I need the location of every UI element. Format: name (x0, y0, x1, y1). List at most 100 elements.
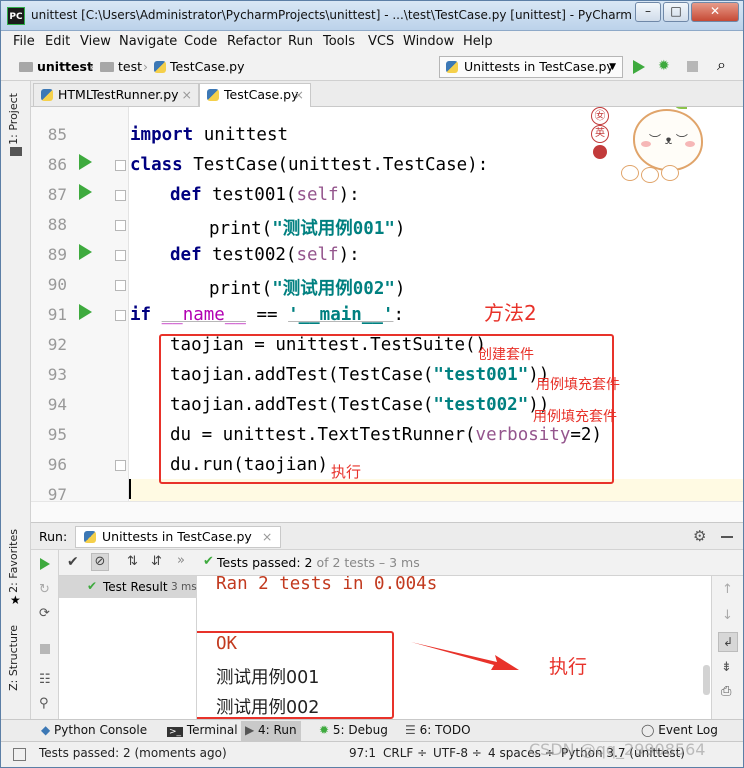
annotation-create-suite: 创建套件 (478, 347, 534, 363)
run-configuration-select[interactable]: Unittests in TestCase.py ▼ (439, 56, 623, 78)
tab-debug[interactable]: ✹ 5: Debug (319, 723, 388, 737)
layout-icon[interactable]: ☷ (39, 672, 51, 687)
menu-view[interactable]: View (80, 34, 111, 49)
pycharm-window: PC unittest [C:\Users\Administrator\Pych… (0, 0, 744, 768)
breadcrumb-project[interactable]: unittest (19, 59, 93, 74)
menu-run[interactable]: Run (288, 34, 313, 49)
gear-icon[interactable]: ⚙ (693, 527, 706, 545)
run-panel-tab[interactable]: Unittests in TestCase.py × (75, 526, 282, 548)
sort-duration-icon[interactable]: ⇵ (151, 554, 162, 569)
close-tab-icon[interactable]: × (294, 84, 304, 106)
fold-marker-icon[interactable] (115, 190, 126, 201)
sort-icon[interactable]: ⇅ (127, 554, 138, 569)
hide-panel-icon[interactable] (721, 536, 733, 538)
stop-button[interactable] (687, 61, 698, 72)
menu-navigate[interactable]: Navigate (119, 34, 177, 49)
more-icon[interactable]: » (177, 553, 185, 568)
tab-testcase[interactable]: TestCase.py × (199, 83, 311, 107)
line-number: 90 (47, 275, 67, 294)
run-test-icon[interactable] (79, 244, 92, 260)
check-icon[interactable]: ✔ (67, 554, 79, 570)
python-file-icon (446, 61, 458, 73)
pin-icon[interactable]: ⚲ (39, 696, 49, 711)
folder-icon (19, 62, 33, 72)
sticker-badge: 英 (591, 125, 609, 143)
run-button[interactable] (633, 60, 645, 74)
close-tab-icon[interactable]: × (182, 84, 192, 106)
line-number: 88 (47, 215, 67, 234)
arrow-down-icon[interactable]: ↓ (722, 608, 733, 623)
fold-marker-icon[interactable] (115, 280, 126, 291)
menu-help[interactable]: Help (463, 34, 493, 49)
console-side-toolbar: ↑ ↓ ↲ ⇟ ⎙ (711, 576, 743, 719)
menu-bar: File Edit View Navigate Code Refactor Ru… (1, 31, 743, 53)
menu-code[interactable]: Code (184, 34, 217, 49)
tab-todo[interactable]: ☰ 6: TODO (405, 723, 471, 737)
fold-marker-icon[interactable] (115, 460, 126, 471)
rerun-failed-icon[interactable]: ↻ (39, 582, 50, 597)
sticker-dot (593, 145, 607, 159)
maximize-button[interactable]: □ (663, 2, 689, 22)
arrow-up-icon[interactable]: ↑ (722, 582, 733, 597)
print-icon[interactable]: ⎙ (721, 684, 731, 699)
tab-run[interactable]: ▶ 4: Run (241, 721, 301, 741)
breadcrumb-folder-label: test (118, 59, 143, 74)
blush (641, 141, 651, 147)
favorites-tool-tab[interactable]: 2: Favorites (7, 529, 20, 593)
menu-file[interactable]: File (13, 34, 35, 49)
fold-marker-icon[interactable] (115, 220, 126, 231)
console-scrollbar[interactable] (703, 665, 710, 695)
code-editor[interactable]: 85 86 87 88 89 90 91 92 93 94 95 96 97 i… (31, 107, 743, 501)
debug-icon[interactable]: ✹ (658, 59, 670, 73)
toggle-auto-test-icon[interactable]: ⟳ (39, 606, 50, 621)
line-number: 93 (47, 365, 67, 384)
panel-toggle-icon[interactable] (13, 748, 26, 761)
annotation-fill-suite: 用例填充套件 (536, 377, 620, 393)
file-encoding[interactable]: UTF-8 ÷ (433, 746, 482, 760)
search-icon[interactable]: ⌕ (717, 57, 726, 73)
tree-row-test-result[interactable]: ✔ Test Result 3 ms (59, 576, 197, 598)
project-tool-tab[interactable]: 1: Project (7, 93, 20, 145)
caret-position[interactable]: 97:1 (349, 746, 376, 760)
run-panel-tab-label: Unittests in TestCase.py (102, 529, 252, 544)
console-output[interactable]: Ran 2 tests in 0.004s OK 测试用例001 测试用例002… (197, 576, 711, 719)
close-button[interactable]: ✕ (691, 2, 739, 22)
run-panel-label: Run: (39, 529, 68, 544)
fold-marker-icon[interactable] (115, 250, 126, 261)
soft-wrap-icon[interactable]: ↲ (718, 632, 738, 652)
title-bar[interactable]: PC unittest [C:\Users\Administrator\Pych… (1, 1, 743, 31)
breadcrumb-separator: › (143, 59, 148, 74)
folder-icon (10, 147, 22, 156)
minimize-button[interactable]: – (635, 2, 661, 22)
run-panel-header: Run: Unittests in TestCase.py × ⚙ (31, 522, 743, 550)
tab-htmltestrunner[interactable]: HTMLTestRunner.py × (33, 83, 199, 107)
run-test-icon[interactable] (79, 304, 92, 320)
fold-marker-icon[interactable] (115, 160, 126, 171)
stop-icon[interactable] (40, 644, 50, 654)
scroll-to-end-icon[interactable]: ⇟ (721, 660, 732, 675)
breadcrumb-file[interactable]: TestCase.py (154, 59, 245, 74)
fold-marker-icon[interactable] (115, 310, 126, 321)
menu-vcs[interactable]: VCS (368, 34, 394, 49)
ignore-icon[interactable]: ⊘ (91, 553, 109, 571)
bug-icon: ✹ (319, 723, 333, 737)
python-file-icon (41, 89, 53, 101)
run-test-icon[interactable] (79, 154, 92, 170)
breadcrumb-folder[interactable]: test (100, 59, 142, 74)
run-test-icon[interactable] (79, 184, 92, 200)
rerun-icon[interactable] (40, 558, 50, 570)
menu-refactor[interactable]: Refactor (227, 34, 282, 49)
tab-event-log[interactable]: ◯ Event Log (641, 723, 718, 737)
code-line-89: def test002(self): (170, 245, 360, 265)
close-tab-icon[interactable]: × (262, 529, 272, 544)
menu-window[interactable]: Window (403, 34, 454, 49)
menu-edit[interactable]: Edit (45, 34, 70, 49)
tab-python-console[interactable]: ◆ Python Console (41, 723, 147, 737)
line-separator[interactable]: CRLF ÷ (383, 746, 427, 760)
tab-terminal[interactable]: >_ Terminal (167, 723, 238, 737)
structure-tool-tab[interactable]: Z: Structure (7, 625, 20, 691)
line-number: 85 (47, 125, 67, 144)
editor-horizontal-scrollbar[interactable] (31, 501, 743, 522)
folder-icon (100, 62, 114, 72)
menu-tools[interactable]: Tools (323, 34, 355, 49)
